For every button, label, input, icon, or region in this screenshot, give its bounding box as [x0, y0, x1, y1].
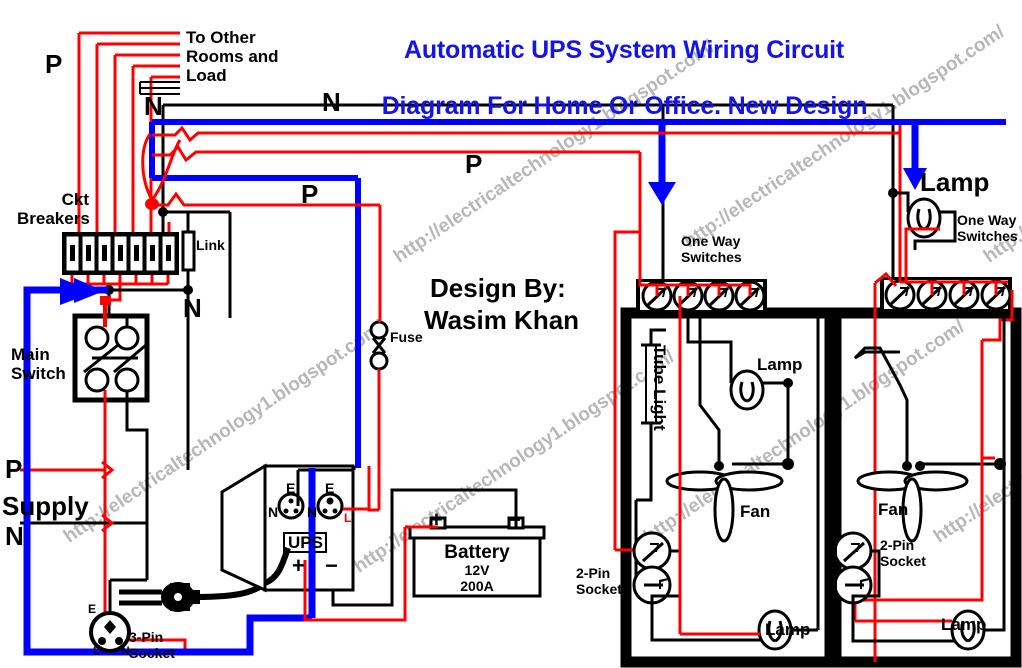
label-neutral-panel: N	[144, 91, 163, 121]
room-1-load-tube-light: Tube Light	[650, 345, 670, 431]
room-1-load-socket: 2-Pin Socket	[576, 565, 622, 597]
link-device	[181, 224, 196, 290]
credit-line-2: Wasim Khan	[424, 305, 580, 335]
label-supply-neutral: N	[5, 521, 24, 551]
label-phase-bus-mid: P	[301, 179, 319, 209]
breaker-feeds-top	[149, 222, 171, 232]
ups-input-e-label: E	[286, 480, 296, 496]
ups-output-n-label: N	[307, 504, 318, 520]
room-2-switchboard-label: One Way Switches	[957, 212, 1018, 244]
label-socket-n: N	[121, 644, 130, 658]
battery-plus-terminal: +	[430, 507, 443, 532]
battery-voltage: 12V	[464, 562, 490, 578]
battery-current: 200A	[460, 578, 494, 594]
label-phase-top-left: P	[45, 49, 63, 79]
page-title: Automatic UPS System Wiring Circuit Diag…	[311, 8, 911, 148]
main-switch[interactable]	[72, 313, 150, 403]
room-2-loads	[833, 290, 1014, 651]
label-main-switch: Main Switch	[11, 345, 66, 384]
label-socket-e: E	[88, 602, 97, 616]
label-neutral-lower: N	[183, 293, 202, 323]
ups-name: UPS	[288, 533, 323, 552]
battery-minus-terminal: −	[508, 507, 521, 532]
phase-feeders-top	[77, 31, 180, 232]
label-link: Link	[196, 237, 225, 253]
fuse	[367, 205, 389, 512]
title-line-2: Diagram For Home Or Office. New Design	[381, 92, 868, 120]
label-neutral-bus-top: N	[322, 87, 341, 117]
title-line-1: Automatic UPS System Wiring Circuit	[403, 36, 845, 64]
label-phase-bus-right: P	[465, 149, 483, 179]
label-socket-l: L	[93, 644, 101, 658]
room-1-load-fan: Fan	[740, 502, 771, 521]
room-2-load-fan: Fan	[878, 500, 909, 519]
credit-line-1: Design By:	[430, 273, 566, 303]
phase-loop	[141, 133, 182, 201]
label-three-pin-socket: 3-Pin Socket	[129, 629, 175, 661]
label-supply: Supply	[2, 491, 89, 521]
label-ckt-breakers: Ckt Breakers	[17, 190, 90, 229]
ups-output-e-label: E	[325, 480, 335, 496]
ups-output-l-label: L	[344, 511, 352, 525]
room-1-load-lamp-bottom: Lamp	[765, 620, 811, 639]
breaker-panel[interactable]	[62, 232, 179, 275]
ups-input-n-label: N	[268, 504, 279, 520]
battery-name: Battery	[444, 542, 510, 563]
room-2-load-socket: 2-Pin Socket	[880, 537, 926, 569]
label-to-other-rooms: To Other Rooms and Load	[186, 28, 279, 86]
earth-bus	[149, 119, 1006, 468]
ups-plus-terminal: +	[292, 553, 305, 578]
wiring-diagram-canvas: http://electricaltechnology1.blogspot.co…	[0, 0, 1022, 668]
room-2-outside-lamp	[888, 188, 957, 282]
room-1-switchboard-label: One Way Switches	[681, 233, 742, 265]
label-fuse: Fuse	[390, 329, 423, 345]
label-supply-phase: P	[5, 454, 23, 484]
ups-minus-terminal: −	[325, 553, 338, 578]
room-1-load-lamp-top: Lamp	[757, 355, 803, 374]
room-2-load-lamp: Lamp	[941, 615, 987, 634]
room-2-outside-lamp-label: Lamp	[920, 167, 990, 197]
room-divider	[826, 313, 837, 662]
